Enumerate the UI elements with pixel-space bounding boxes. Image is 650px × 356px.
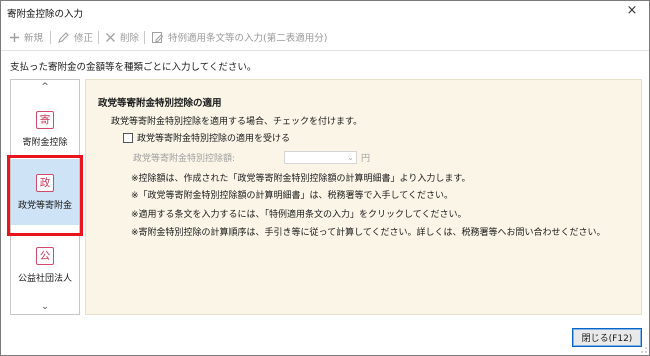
note-text: ※適用する条文を入力するには、「特例適用条文の入力」をクリックしてください。 — [131, 210, 467, 220]
chevron-up-icon: ^ — [41, 82, 49, 92]
sidebar-item-political-donation[interactable]: 政 政党等寄附金 — [11, 159, 79, 225]
toolbar-divider — [144, 31, 145, 44]
sidebar-item-label: 政党等寄附金 — [17, 200, 72, 211]
sidebar-item-label: 寄附金控除 — [22, 137, 68, 148]
apply-deduction-checkbox-row[interactable]: 政党等寄附金特別控除の適用を受ける — [123, 131, 290, 144]
toolbar-divider — [50, 31, 51, 44]
delete-button-label: 削除 — [120, 33, 140, 44]
scroll-up-button[interactable]: ^ — [11, 80, 79, 94]
yen-unit: 円 — [361, 153, 371, 164]
sidebar-item-public-interest-corporation[interactable]: 公 公益社団法人 — [11, 232, 79, 298]
pencil-icon — [58, 31, 69, 43]
deduction-amount-row: 政党等寄附金特別控除額: ⌄ 円 — [133, 150, 370, 164]
section-description: 政党等寄附金特別控除を適用する場合、チェックを付けます。 — [111, 117, 363, 127]
instruction-text: 支払った寄附金の金額等を種類ごとに入力してください。 — [10, 62, 257, 73]
new-button-label: 新規 — [24, 33, 44, 44]
political-donation-panel: 政党等寄附金特別控除の適用 政党等寄附金特別控除を適用する場合、チェックを付けま… — [85, 79, 642, 315]
note-text: ※「政党等寄附金特別控除額の計算明細書」は、税務署等で入手してください。 — [131, 191, 454, 201]
apply-deduction-checkbox[interactable] — [123, 132, 133, 143]
sidebar-item-label: 公益社団法人 — [17, 273, 72, 284]
new-button[interactable]: 新規 — [9, 28, 43, 46]
x-icon — [106, 32, 115, 42]
plus-icon — [10, 32, 19, 42]
apply-deduction-checkbox-label[interactable]: 政党等寄附金特別控除の適用を受ける — [137, 131, 290, 144]
category-sidebar: ^ 寄 寄附金控除 政 政党等寄附金 公 公益社団法人 ⌄ — [10, 79, 80, 315]
section-title: 政党等寄附金特別控除の適用 — [98, 98, 222, 109]
title-bar: 寄附金控除の入力 × — [1, 1, 649, 23]
chevron-down-icon: ⌄ — [41, 302, 49, 312]
donation-icon: 寄 — [36, 110, 54, 129]
close-icon[interactable]: × — [624, 3, 640, 19]
sidebar-item-donation-deduction[interactable]: 寄 寄附金控除 — [11, 96, 79, 162]
delete-button[interactable]: 削除 — [105, 28, 139, 46]
toolbar-divider — [98, 31, 99, 44]
dialog-window: 寄附金控除の入力 × 新規 修正 削除 特例適用条文等の入力(第二表適用分) 支… — [0, 0, 650, 356]
deduction-amount-input[interactable]: ⌄ — [284, 150, 357, 164]
close-button[interactable]: 閉じる(F12) — [572, 328, 642, 347]
document-edit-icon — [152, 31, 164, 43]
toolbar: 新規 修正 削除 特例適用条文等の入力(第二表適用分) — [1, 26, 649, 48]
political-icon: 政 — [36, 173, 54, 192]
public-icon: 公 — [36, 246, 54, 265]
window-title: 寄附金控除の入力 — [7, 9, 84, 20]
toolbar-divider-line — [1, 50, 649, 51]
edit-button-label: 修正 — [74, 33, 94, 44]
special-provision-button[interactable]: 特例適用条文等の入力(第二表適用分) — [151, 28, 327, 46]
note-text: ※寄附金特別控除の計算順序は、手引き等に従って計算してください。詳しくは、税務署… — [131, 228, 606, 238]
note-text: ※控除額は、作成された「政党等寄附金特別控除額の計算明細書」より入力します。 — [131, 174, 471, 184]
chevron-down-icon: ⌄ — [347, 152, 354, 162]
edit-button[interactable]: 修正 — [57, 28, 93, 46]
resize-grip-icon[interactable] — [639, 345, 647, 353]
deduction-amount-label: 政党等寄附金特別控除額: — [133, 153, 236, 164]
special-provision-label: 特例適用条文等の入力(第二表適用分) — [168, 33, 328, 44]
scroll-down-button[interactable]: ⌄ — [11, 300, 79, 314]
